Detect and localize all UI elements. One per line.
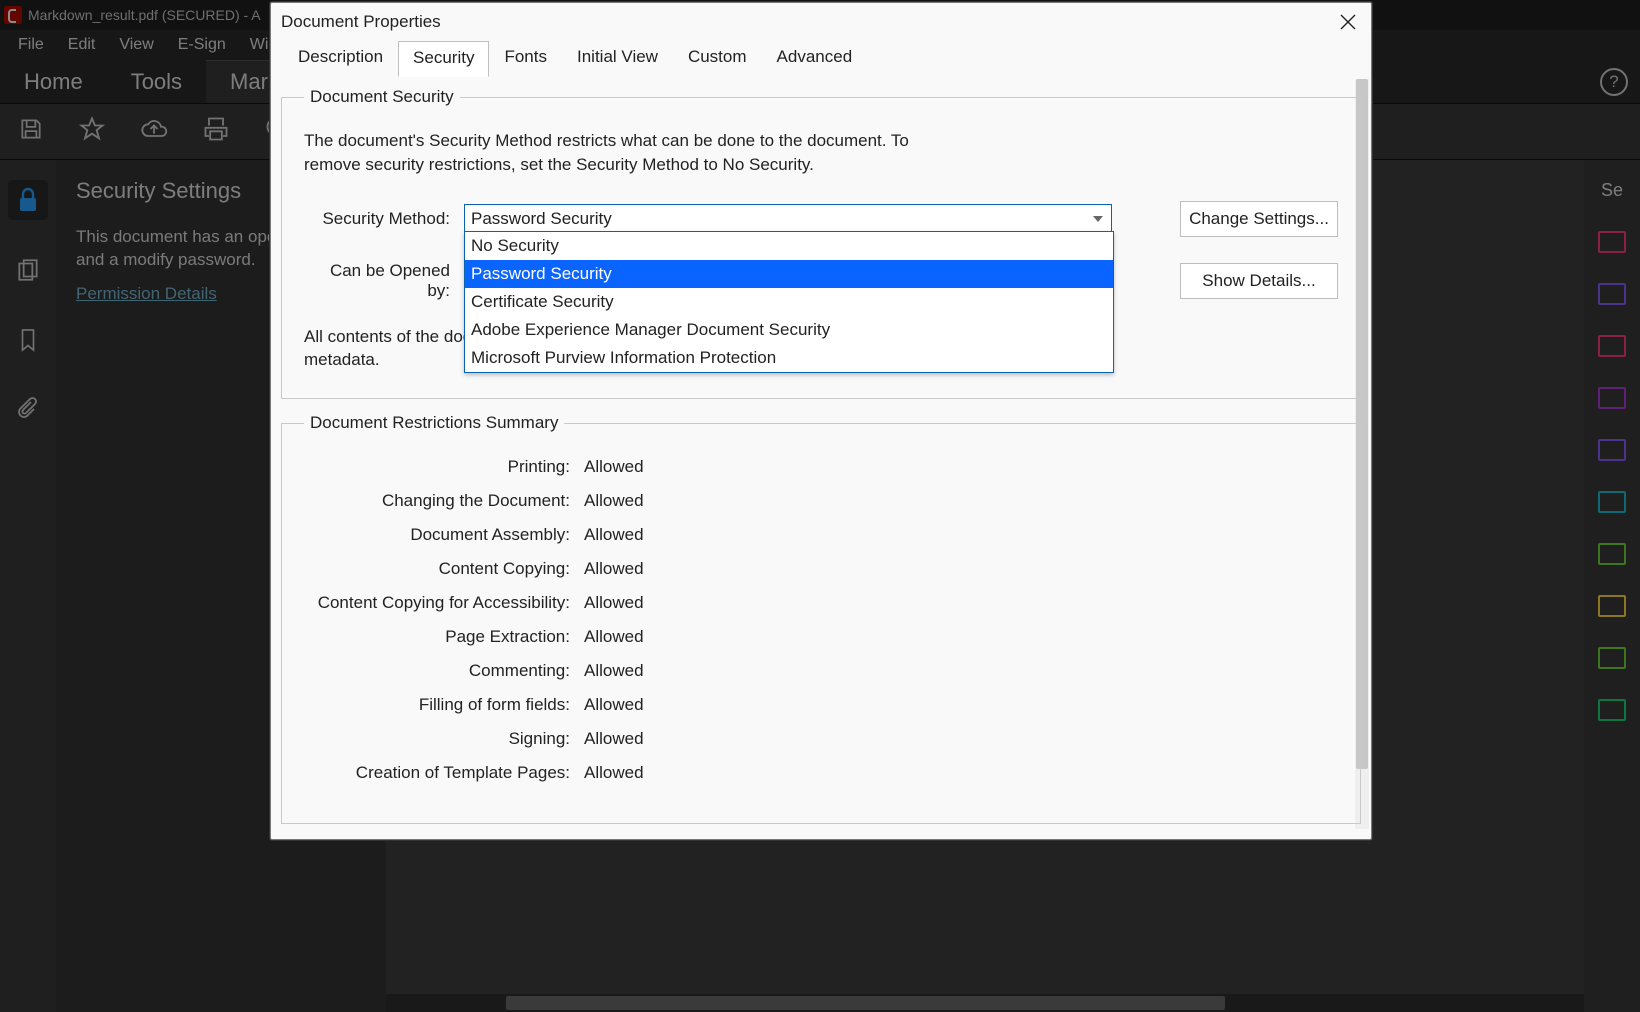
tab-custom[interactable]: Custom <box>673 40 762 76</box>
restriction-row: Page Extraction:Allowed <box>304 627 1338 647</box>
restrictions-legend: Document Restrictions Summary <box>304 413 564 433</box>
document-security-legend: Document Security <box>304 87 460 107</box>
restriction-label: Content Copying: <box>304 559 584 579</box>
restriction-row: Creation of Template Pages:Allowed <box>304 763 1338 783</box>
restriction-label: Creation of Template Pages: <box>304 763 584 783</box>
tab-fonts[interactable]: Fonts <box>489 40 562 76</box>
security-method-value: Password Security <box>471 209 612 229</box>
restriction-value: Allowed <box>584 559 644 579</box>
restriction-value: Allowed <box>584 525 644 545</box>
security-description: The document's Security Method restricts… <box>304 129 944 177</box>
dialog-tabs: Description Security Fonts Initial View … <box>271 41 1371 77</box>
option-aem-security[interactable]: Adobe Experience Manager Document Securi… <box>465 316 1113 344</box>
option-no-security[interactable]: No Security <box>465 232 1113 260</box>
restriction-row: Filling of form fields:Allowed <box>304 695 1338 715</box>
restriction-label: Content Copying for Accessibility: <box>304 593 584 613</box>
restriction-label: Page Extraction: <box>304 627 584 647</box>
restriction-row: Changing the Document:Allowed <box>304 491 1338 511</box>
restriction-label: Document Assembly: <box>304 525 584 545</box>
show-details-button[interactable]: Show Details... <box>1180 263 1338 299</box>
restriction-row: Commenting:Allowed <box>304 661 1338 681</box>
restriction-value: Allowed <box>584 763 644 783</box>
document-properties-dialog: Document Properties Description Security… <box>270 2 1372 840</box>
option-password-security[interactable]: Password Security <box>465 260 1113 288</box>
tab-initial-view[interactable]: Initial View <box>562 40 673 76</box>
restriction-value: Allowed <box>584 593 644 613</box>
restriction-value: Allowed <box>584 661 644 681</box>
restriction-value: Allowed <box>584 729 644 749</box>
security-method-label: Security Method: <box>304 209 464 229</box>
restriction-label: Filling of form fields: <box>304 695 584 715</box>
restrictions-group: Document Restrictions Summary Printing:A… <box>281 413 1361 824</box>
restriction-label: Signing: <box>304 729 584 749</box>
document-security-group: Document Security The document's Securit… <box>281 87 1361 399</box>
restriction-value: Allowed <box>584 627 644 647</box>
close-icon[interactable] <box>1339 13 1357 31</box>
restriction-value: Allowed <box>584 695 644 715</box>
restriction-value: Allowed <box>584 457 644 477</box>
chevron-down-icon <box>1093 216 1103 222</box>
restriction-row: Document Assembly:Allowed <box>304 525 1338 545</box>
restriction-row: Content Copying:Allowed <box>304 559 1338 579</box>
opened-by-label: Can be Opened by: <box>304 261 464 301</box>
option-certificate-security[interactable]: Certificate Security <box>465 288 1113 316</box>
change-settings-button[interactable]: Change Settings... <box>1180 201 1338 237</box>
tab-description[interactable]: Description <box>283 40 398 76</box>
security-method-select[interactable]: Password Security <box>464 204 1112 234</box>
restriction-label: Commenting: <box>304 661 584 681</box>
security-method-dropdown: No Security Password Security Certificat… <box>464 231 1114 373</box>
restriction-label: Printing: <box>304 457 584 477</box>
tab-security[interactable]: Security <box>398 41 489 77</box>
restriction-row: Signing:Allowed <box>304 729 1338 749</box>
restriction-row: Content Copying for Accessibility:Allowe… <box>304 593 1338 613</box>
option-purview-protection[interactable]: Microsoft Purview Information Protection <box>465 344 1113 372</box>
tab-advanced[interactable]: Advanced <box>762 40 868 76</box>
restriction-value: Allowed <box>584 491 644 511</box>
dialog-title: Document Properties <box>281 12 441 32</box>
restriction-label: Changing the Document: <box>304 491 584 511</box>
restriction-row: Printing:Allowed <box>304 457 1338 477</box>
